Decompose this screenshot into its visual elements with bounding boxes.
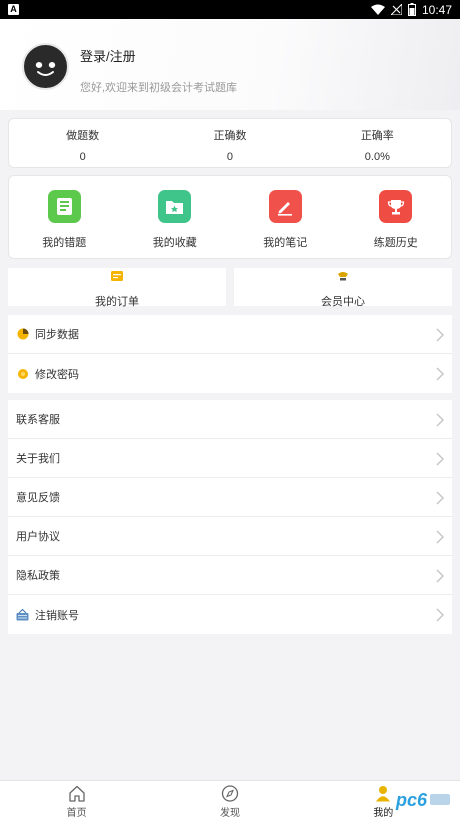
tab-discover[interactable]: 发现 (153, 781, 306, 819)
login-register-link[interactable]: 登录/注册 (80, 46, 136, 65)
home-icon (69, 785, 85, 802)
chevron-right-icon (436, 491, 444, 505)
svg-text:pc6: pc6 (395, 790, 428, 810)
menu-label: 意见反馈 (16, 492, 60, 504)
tab-label: 首页 (66, 808, 87, 819)
orders-member-row: 我的订单 会员中心 (8, 268, 452, 308)
quick-label: 我的笔记 (263, 237, 308, 249)
avatar-face-icon (32, 51, 59, 76)
avatar[interactable] (22, 43, 69, 90)
menu-item-privacy-policy[interactable]: 隐私政策 (8, 556, 452, 595)
pencil-icon (268, 190, 302, 223)
compass-icon (221, 785, 239, 802)
menu-label: 修改密码 (35, 368, 79, 381)
quick-actions-card: 我的错题 我的收藏 我的笔记 练题历史 (8, 175, 452, 259)
quick-notes[interactable]: 我的笔记 (230, 176, 341, 258)
menu-label: 隐私政策 (16, 570, 60, 582)
battery-icon (407, 3, 416, 16)
stat-value: 0 (226, 151, 234, 163)
crown-icon (338, 272, 348, 281)
chevron-right-icon (436, 452, 444, 466)
tab-home[interactable]: 首页 (0, 781, 153, 819)
chevron-right-icon (436, 608, 444, 622)
notification-badge: A (8, 4, 19, 15)
basket-icon (16, 608, 29, 621)
quick-wrong-questions[interactable]: 我的错题 (9, 176, 120, 258)
menu-item-delete-account[interactable]: 注销账号 (8, 595, 452, 634)
menu-item-customer-service[interactable]: 联系客服 (8, 400, 452, 439)
chevron-right-icon (436, 569, 444, 583)
stat-value: 0.0% (364, 151, 390, 163)
stat-correct: 正确数 0 (156, 119, 303, 167)
member-center-label: 会员中心 (321, 296, 365, 308)
stat-label: 正确率 (360, 130, 394, 142)
menu-item-about-us[interactable]: 关于我们 (8, 439, 452, 478)
pc6-watermark-logo: pc6 (392, 787, 450, 813)
menu-item-sync-data[interactable]: 同步数据 (8, 315, 452, 354)
clock: 10:47 (421, 2, 452, 17)
status-bar: A 10:47 (0, 0, 460, 19)
chevron-right-icon (436, 328, 444, 342)
stat-accuracy: 正确率 0.0% (304, 119, 451, 167)
menu-label: 用户协议 (16, 531, 60, 543)
quick-label: 练题历史 (373, 237, 418, 249)
key-badge-icon (16, 367, 29, 380)
wifi-icon (370, 4, 385, 15)
stat-label: 正确数 (213, 130, 247, 142)
welcome-message: 您好,欢迎来到初级会计考试题库 (80, 82, 238, 94)
stat-label: 做题数 (66, 130, 100, 142)
order-icon (111, 271, 123, 281)
quick-label: 我的错题 (42, 237, 87, 249)
menu-label: 关于我们 (16, 453, 60, 465)
trophy-icon (379, 190, 413, 223)
menu-group-account: 同步数据 修改密码 (8, 315, 452, 393)
menu-label: 同步数据 (35, 329, 79, 341)
menu-label: 注销账号 (35, 609, 79, 622)
stat-answered: 做题数 0 (9, 119, 156, 167)
menu-item-change-password[interactable]: 修改密码 (8, 354, 452, 393)
notebook-icon (47, 190, 81, 223)
signal-icon (390, 4, 402, 15)
stats-card: 做题数 0 正确数 0 正确率 0.0% (8, 118, 452, 168)
tab-label: 发现 (219, 808, 240, 819)
quick-favorites[interactable]: 我的收藏 (120, 176, 231, 258)
star-folder-icon (158, 190, 192, 223)
quick-history[interactable]: 练题历史 (341, 176, 452, 258)
profile-header: 登录/注册 您好,欢迎来到初级会计考试题库 (0, 19, 460, 110)
menu-item-user-agreement[interactable]: 用户协议 (8, 517, 452, 556)
sync-pie-icon (16, 328, 29, 341)
my-orders-label: 我的订单 (95, 296, 139, 308)
my-orders-button[interactable]: 我的订单 (8, 268, 226, 308)
stat-value: 0 (79, 151, 86, 163)
member-center-button[interactable]: 会员中心 (234, 268, 452, 308)
menu-group-info: 联系客服 关于我们 意见反馈 用户协议 隐私政策 注销账号 (8, 400, 452, 634)
chevron-right-icon (436, 413, 444, 427)
quick-label: 我的收藏 (152, 237, 197, 249)
menu-label: 联系客服 (16, 414, 60, 426)
chevron-right-icon (436, 367, 444, 381)
chevron-right-icon (436, 530, 444, 544)
menu-item-feedback[interactable]: 意见反馈 (8, 478, 452, 517)
